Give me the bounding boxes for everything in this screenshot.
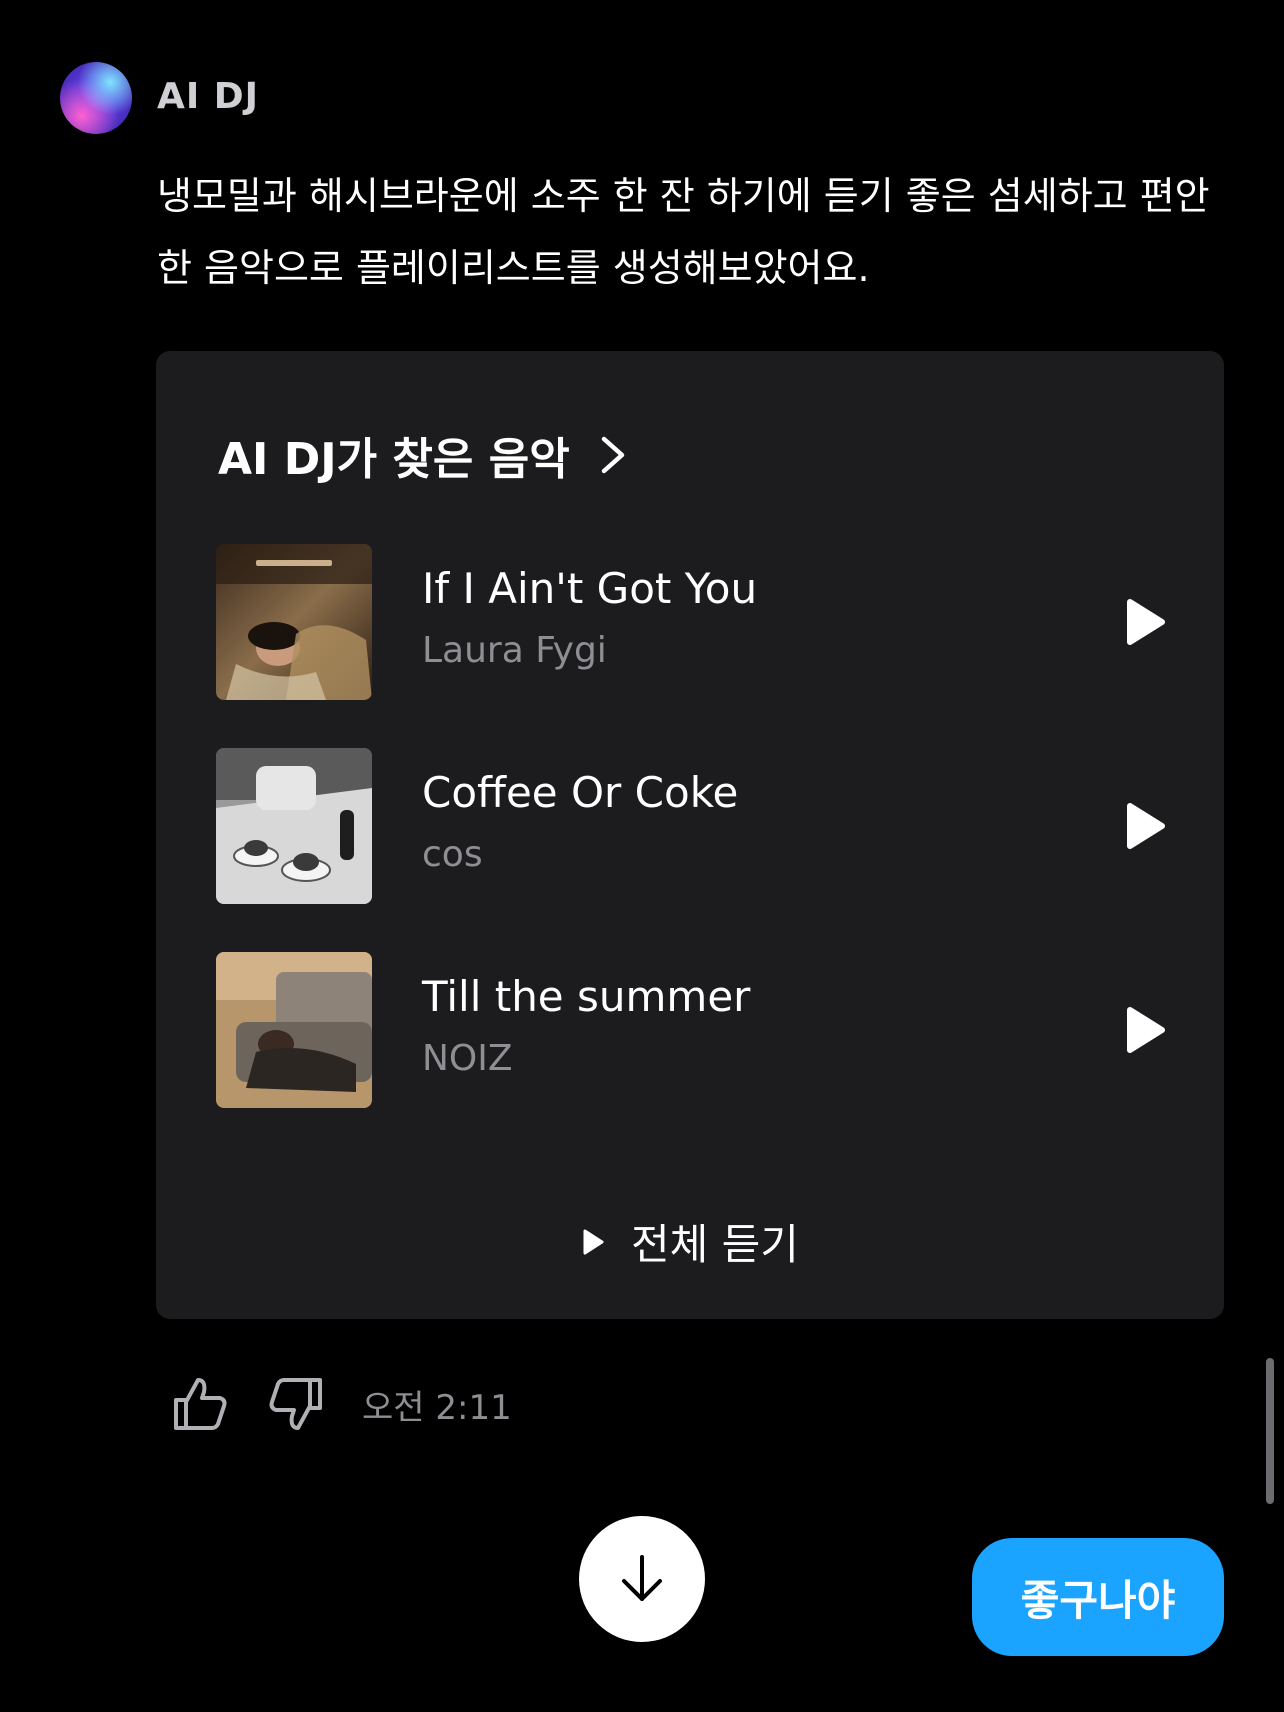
playlist-card-header[interactable]: AI DJ가 찾은 음악 — [218, 423, 628, 487]
play-all-label: 전체 듣기 — [631, 1220, 799, 1269]
message-text: 냉모밀과 해시브라운에 소주 한 잔 하기에 듣기 좋은 섬세하고 편안한 음악… — [157, 174, 1210, 290]
playlist-card: AI DJ가 찾은 음악 If I Ain't Got You Laura Fy… — [156, 351, 1224, 1319]
track-artist: Laura Fygi — [422, 630, 607, 671]
track-title: Coffee Or Coke — [422, 768, 739, 817]
track-title: If I Ain't Got You — [422, 564, 758, 613]
track-title: Till the summer — [422, 972, 751, 1021]
thumbs-up-icon[interactable] — [170, 1374, 230, 1434]
sender-name: AI DJ — [157, 76, 260, 117]
play-icon[interactable] — [1116, 1002, 1172, 1058]
arrow-down-icon — [622, 1555, 662, 1601]
ai-dj-avatar — [60, 62, 132, 134]
album-art — [216, 544, 372, 700]
play-all-button[interactable]: 전체 듣기 — [156, 1211, 1224, 1272]
track-artist: NOIZ — [422, 1038, 513, 1079]
play-icon — [583, 1229, 604, 1254]
scroll-to-bottom-button[interactable] — [579, 1516, 705, 1642]
play-icon[interactable] — [1116, 594, 1172, 650]
thumbs-down-icon[interactable] — [266, 1374, 326, 1434]
play-icon[interactable] — [1116, 798, 1172, 854]
track-artist: cos — [422, 834, 483, 875]
track-row[interactable]: If I Ain't Got You Laura Fygi — [216, 544, 1166, 700]
album-art — [216, 952, 372, 1108]
track-row[interactable]: Till the summer NOIZ — [216, 952, 1166, 1108]
scrollbar[interactable] — [1266, 1358, 1274, 1504]
quick-reply-chip[interactable]: 좋구나야 — [972, 1538, 1224, 1656]
chevron-right-icon — [601, 436, 624, 474]
feedback-bar: 오전 2:11 — [170, 1374, 512, 1434]
track-row[interactable]: Coffee Or Coke cos — [216, 748, 1166, 904]
playlist-card-title: AI DJ가 찾은 음악 — [218, 434, 570, 485]
album-art — [216, 748, 372, 904]
message-timestamp: 오전 2:11 — [362, 1387, 512, 1428]
